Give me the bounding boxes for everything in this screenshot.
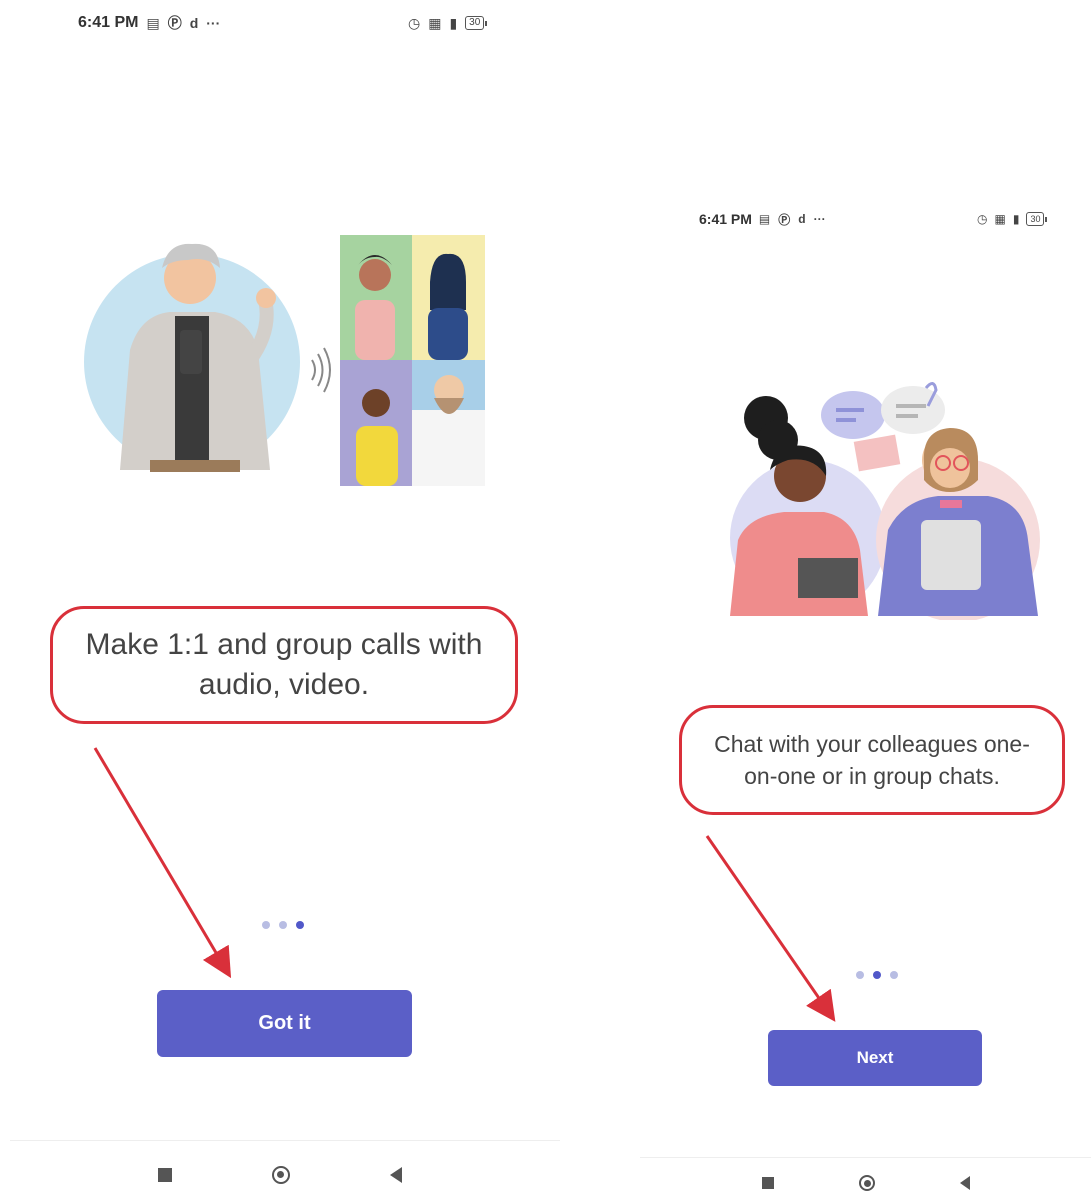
left-phone-screen: 6:41 PM ▤ Ⓟ d ··· ◷ ▦ ▮ 30 Make 1:1 and …: [0, 0, 560, 1192]
volte-icon: ▦: [428, 14, 442, 31]
chat-caption: Chat with your colleagues one-on-one or …: [714, 731, 1030, 789]
home-icon[interactable]: [858, 1175, 875, 1191]
status-bar: 6:41 PM ▤ Ⓟ d ··· ◷ ▦ ▮ 30: [640, 207, 1091, 231]
message-icon: ▤: [758, 212, 771, 226]
nav-divider: [640, 1157, 1091, 1158]
page-dot-3: [890, 971, 898, 979]
page-indicator: [262, 921, 304, 929]
video-grid: [340, 235, 485, 486]
back-icon[interactable]: [390, 1167, 402, 1183]
battery-icon: 30: [465, 16, 488, 30]
back-icon[interactable]: [959, 1176, 970, 1190]
signal-icon: ▮: [449, 14, 458, 31]
next-button[interactable]: Next: [768, 1030, 982, 1086]
got-it-button[interactable]: Got it: [157, 990, 412, 1057]
page-dot-2-active: [873, 971, 881, 979]
tiktok-icon: d: [189, 15, 199, 31]
more-icon: ···: [813, 212, 826, 226]
b-circle-icon: Ⓟ: [167, 15, 182, 31]
page-dot-3-active: [296, 921, 304, 929]
status-time: 6:41 PM: [699, 211, 752, 227]
right-phone-screen: 6:41 PM ▤ Ⓟ d ··· ◷ ▦ ▮ 30 Chat with you…: [640, 195, 1091, 1192]
nav-divider: [10, 1140, 560, 1141]
chat-illustration: [730, 382, 1040, 620]
alarm-icon: ◷: [408, 14, 421, 31]
calls-callout: Make 1:1 and group calls with audio, vid…: [50, 606, 518, 724]
page-dot-1: [262, 921, 270, 929]
calls-caption: Make 1:1 and group calls with audio, vid…: [85, 628, 483, 701]
photo-card: [853, 434, 901, 472]
signal-icon: ▮: [1012, 212, 1020, 226]
navigation-bar: [640, 1173, 1091, 1193]
status-bar: 6:41 PM ▤ Ⓟ d ··· ◷ ▦ ▮ 30: [0, 10, 560, 36]
chat-callout: Chat with your colleagues one-on-one or …: [679, 705, 1065, 815]
page-dot-1: [856, 971, 864, 979]
chat-bubble-icon: [821, 391, 885, 439]
tiktok-icon: d: [798, 212, 806, 226]
b-circle-icon: Ⓟ: [778, 212, 791, 227]
page-dot-2: [279, 921, 287, 929]
more-icon: ···: [206, 15, 221, 31]
message-icon: ▤: [146, 14, 160, 31]
volte-icon: ▦: [994, 212, 1006, 226]
battery-icon: 30: [1026, 212, 1048, 226]
calls-illustration: [84, 235, 485, 486]
status-time: 6:41 PM: [78, 14, 139, 31]
home-icon[interactable]: [272, 1166, 290, 1184]
recents-icon[interactable]: [158, 1168, 172, 1182]
page-indicator: [856, 971, 898, 979]
recents-icon[interactable]: [761, 1177, 774, 1189]
alarm-icon: ◷: [977, 212, 988, 226]
navigation-bar: [0, 1160, 560, 1190]
